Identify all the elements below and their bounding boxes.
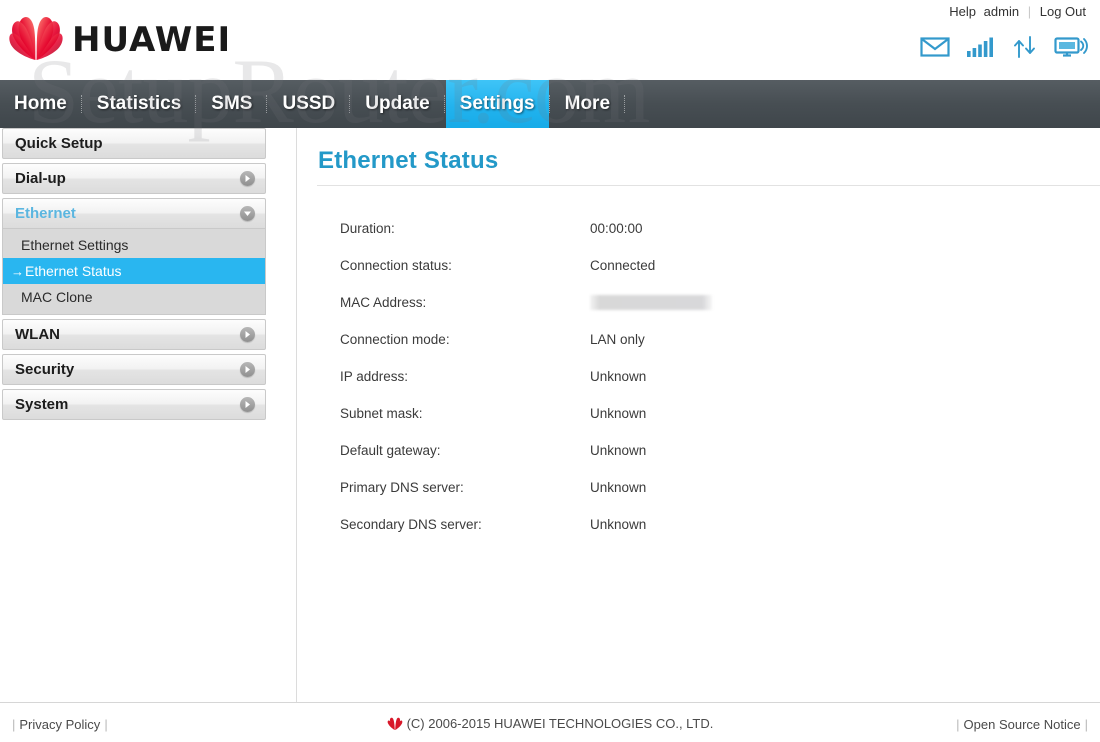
row-value: Connected (590, 258, 656, 273)
table-row: IP address: Unknown (340, 358, 712, 395)
sidebar-item-label: Ethernet Settings (21, 237, 129, 253)
row-label: Secondary DNS server: (340, 517, 482, 532)
chevron-right-icon (240, 397, 255, 412)
sidebar-group-quick-setup[interactable]: Quick Setup (2, 128, 266, 159)
row-value: Unknown (590, 517, 647, 532)
nav-item-home[interactable]: Home (0, 80, 81, 128)
pipe-divider: | (1084, 717, 1088, 732)
data-transfer-icon[interactable] (1012, 36, 1038, 63)
nav-item-ussd[interactable]: USSD (268, 80, 349, 128)
sidebar-group-system[interactable]: System (2, 389, 266, 420)
row-value-redacted (590, 295, 712, 311)
table-row: MAC Address: (340, 284, 712, 321)
device-monitor-icon[interactable] (1054, 36, 1088, 63)
nav-item-more[interactable]: More (551, 80, 624, 128)
brand-logo: HUAWEI (8, 14, 231, 66)
chevron-right-icon (240, 171, 255, 186)
row-label: Duration: (340, 221, 395, 236)
link-separator: | (1027, 4, 1032, 19)
row-label: Connection status: (340, 258, 452, 273)
table-row: Secondary DNS server: Unknown (340, 506, 712, 543)
chevron-right-icon (240, 327, 255, 342)
sidebar-group-label: Ethernet (15, 205, 76, 222)
row-label: Subnet mask: (340, 406, 423, 421)
status-icon-bar (920, 36, 1088, 63)
sidebar-group-wlan[interactable]: WLAN (2, 319, 266, 350)
huawei-flower-icon-small (387, 717, 403, 734)
chevron-down-icon (240, 206, 255, 221)
page-body: Quick Setup Dial-up Ethernet → Ethernet … (0, 128, 1100, 702)
nav-separator (624, 95, 626, 113)
open-source-notice-link[interactable]: Open Source Notice (964, 717, 1081, 732)
row-value: Unknown (590, 369, 647, 384)
nav-item-sms[interactable]: SMS (197, 80, 266, 128)
logout-link[interactable]: Log Out (1038, 4, 1088, 19)
chevron-right-icon (240, 362, 255, 377)
copyright-text: (C) 2006-2015 HUAWEI TECHNOLOGIES CO., L… (406, 716, 714, 731)
row-label: Default gateway: (340, 443, 441, 458)
page-header: HUAWEI Help admin | Log Out (0, 0, 1100, 80)
current-user: admin (983, 4, 1020, 19)
nav-item-statistics[interactable]: Statistics (83, 80, 195, 128)
sidebar-menu: Quick Setup Dial-up Ethernet → Ethernet … (2, 128, 266, 424)
table-row: Duration: 00:00:00 (340, 210, 712, 247)
nav-item-update[interactable]: Update (351, 80, 443, 128)
sidebar-item-ethernet-status[interactable]: → Ethernet Status (3, 258, 265, 284)
sidebar-group-ethernet[interactable]: Ethernet (2, 198, 266, 229)
row-label: Connection mode: (340, 332, 450, 347)
title-divider (317, 185, 1100, 186)
sidebar-group-label: Dial-up (15, 170, 66, 187)
sidebar-group-label: System (15, 396, 69, 413)
table-row: Connection status: Connected (340, 247, 712, 284)
arrow-right-icon: → (11, 263, 24, 279)
pipe-divider: | (956, 717, 960, 732)
redaction-blur (590, 295, 712, 311)
top-user-links: Help admin | Log Out (947, 4, 1088, 19)
row-value: Unknown (590, 406, 647, 421)
sidebar-group-label: Security (15, 361, 75, 378)
row-value: Unknown (590, 443, 647, 458)
table-row: Primary DNS server: Unknown (340, 469, 712, 506)
sidebar-group-label: WLAN (15, 326, 60, 343)
sidebar-item-label: Ethernet Status (25, 263, 122, 279)
sidebar-group-security[interactable]: Security (2, 354, 266, 385)
sidebar-group-dial-up[interactable]: Dial-up (2, 163, 266, 194)
message-icon[interactable] (920, 36, 950, 63)
page-title: Ethernet Status (318, 147, 499, 174)
row-label: Primary DNS server: (340, 480, 464, 495)
footer-copyright: (C) 2006-2015 HUAWEI TECHNOLOGIES CO., L… (0, 716, 1100, 734)
sidebar-group-label: Quick Setup (15, 135, 103, 152)
table-row: Subnet mask: Unknown (340, 395, 712, 432)
main-navigation: Home Statistics SMS USSD Update Settings… (0, 80, 1100, 128)
table-row: Connection mode: LAN only (340, 321, 712, 358)
sidebar-submenu-ethernet: → Ethernet Settings → Ethernet Status → … (2, 229, 266, 315)
row-value: 00:00:00 (590, 221, 643, 236)
content-panel: Ethernet Status Duration: 00:00:00 Conne… (297, 128, 1100, 702)
huawei-flower-icon (8, 14, 64, 66)
ethernet-status-table: Duration: 00:00:00 Connection status: Co… (340, 210, 712, 543)
sidebar-item-ethernet-settings[interactable]: → Ethernet Settings (3, 232, 265, 258)
table-row: Default gateway: Unknown (340, 432, 712, 469)
row-label: IP address: (340, 369, 409, 384)
signal-bars-icon[interactable] (966, 36, 996, 63)
sidebar-item-label: MAC Clone (21, 289, 93, 305)
row-value: Unknown (590, 480, 647, 495)
help-link[interactable]: Help (947, 4, 978, 19)
footer-right: | Open Source Notice | (952, 717, 1092, 732)
nav-item-settings[interactable]: Settings (445, 80, 549, 128)
row-value: LAN only (590, 332, 645, 347)
sidebar-item-mac-clone[interactable]: → MAC Clone (3, 284, 265, 310)
brand-name: HUAWEI (72, 20, 232, 60)
page-footer: | Privacy Policy | (C) 2006-2015 HUAWEI TE… (0, 702, 1100, 742)
row-label: MAC Address: (340, 295, 427, 310)
